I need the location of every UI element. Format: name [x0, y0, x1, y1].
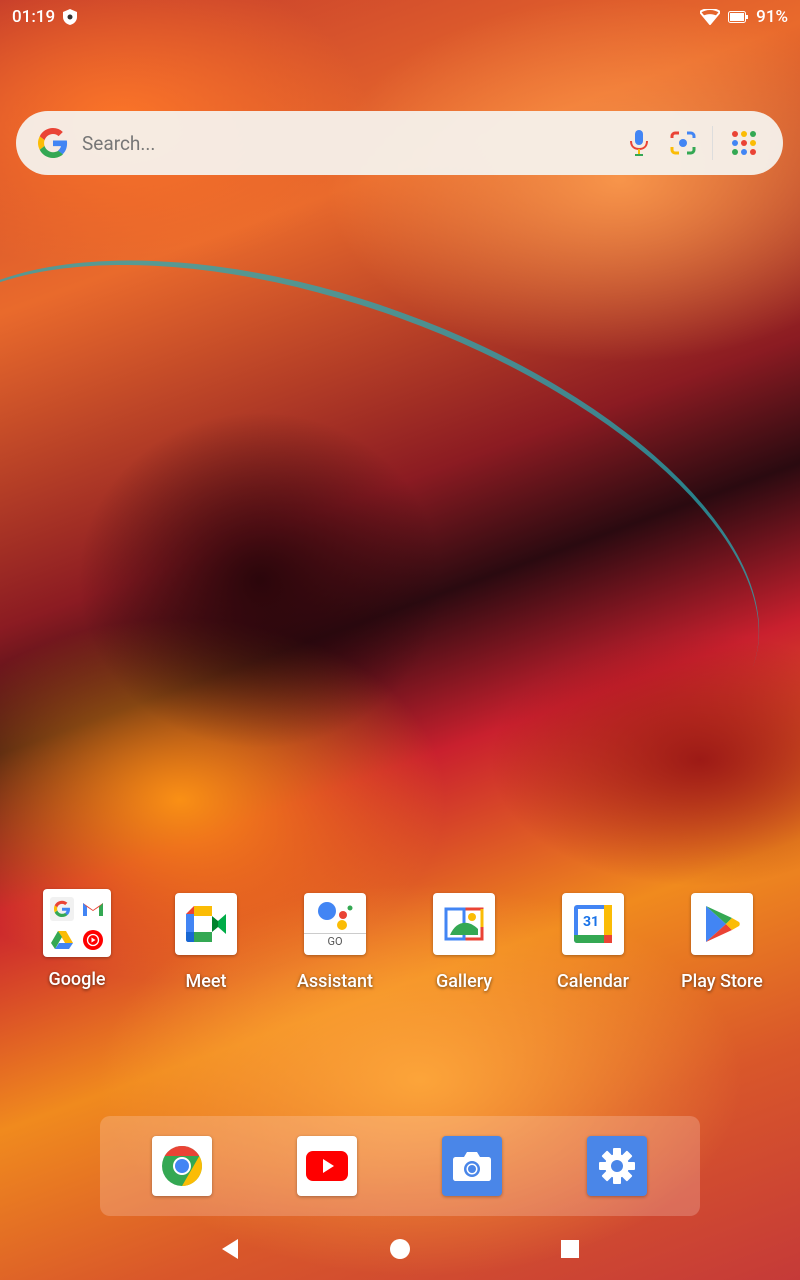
- google-mini-icon: [48, 896, 75, 921]
- clock: 01:19: [12, 7, 56, 27]
- google-logo-icon: [38, 128, 68, 158]
- calendar-app[interactable]: 31 Calendar: [533, 893, 653, 992]
- calendar-icon: 31: [562, 893, 624, 955]
- settings-app[interactable]: [587, 1136, 647, 1196]
- gallery-icon: [433, 893, 495, 955]
- home-icon: [390, 1239, 410, 1259]
- search-divider: [712, 126, 713, 160]
- google-folder-icon: [43, 889, 111, 957]
- assistant-go-icon: GO: [304, 893, 366, 955]
- battery-level: 91%: [756, 7, 788, 27]
- youtube-app[interactable]: [297, 1136, 357, 1196]
- recents-icon: [561, 1240, 579, 1258]
- app-label-gallery: Gallery: [435, 971, 493, 992]
- camera-app[interactable]: [442, 1136, 502, 1196]
- navigation-bar: [0, 1222, 800, 1276]
- dock: [100, 1116, 700, 1216]
- back-icon: [222, 1239, 238, 1259]
- back-button[interactable]: [205, 1224, 255, 1274]
- wallpaper-streak: [0, 158, 800, 868]
- microphone-icon[interactable]: [624, 128, 654, 158]
- gmail-mini-icon: [79, 900, 106, 918]
- play-store-icon: [691, 893, 753, 955]
- app-label-meet: Meet: [185, 971, 227, 992]
- wifi-icon: [700, 9, 721, 25]
- calendar-glyph: 31: [574, 905, 612, 943]
- meet-app[interactable]: Meet: [146, 893, 266, 992]
- youtube-music-mini-icon: [79, 929, 106, 950]
- chrome-icon: [162, 1146, 202, 1186]
- status-bar: 01:19 91%: [0, 0, 800, 34]
- app-label-calendar: Calendar: [557, 971, 629, 992]
- shield-icon: [63, 9, 78, 25]
- google-folder[interactable]: Google: [17, 889, 137, 990]
- play-store-app[interactable]: Play Store: [662, 893, 782, 992]
- wallpaper: [0, 0, 800, 1280]
- recents-button[interactable]: [545, 1224, 595, 1274]
- app-label-assistant: Assistant: [296, 971, 374, 992]
- drive-mini-icon: [48, 930, 75, 950]
- chrome-app[interactable]: [152, 1136, 212, 1196]
- assistant-app[interactable]: GO Assistant: [275, 893, 395, 992]
- gallery-app[interactable]: Gallery: [404, 893, 524, 992]
- gear-icon: [599, 1148, 635, 1184]
- app-grid-icon[interactable]: [729, 128, 759, 158]
- lens-camera-icon[interactable]: [668, 128, 698, 158]
- camera-icon: [453, 1152, 491, 1181]
- google-search-bar[interactable]: Search...: [16, 111, 783, 175]
- meet-icon: [175, 893, 237, 955]
- home-app-row: Google Meet GO Assistant Gallery 31 Cale…: [0, 889, 800, 1003]
- calendar-day: 31: [578, 909, 604, 935]
- search-input[interactable]: Search...: [82, 132, 610, 155]
- app-label-google: Google: [48, 969, 106, 990]
- app-label-play-store: Play Store: [681, 971, 763, 992]
- youtube-icon: [306, 1151, 348, 1181]
- battery-icon: [728, 11, 749, 23]
- home-button[interactable]: [375, 1224, 425, 1274]
- assistant-go-badge: GO: [304, 932, 366, 950]
